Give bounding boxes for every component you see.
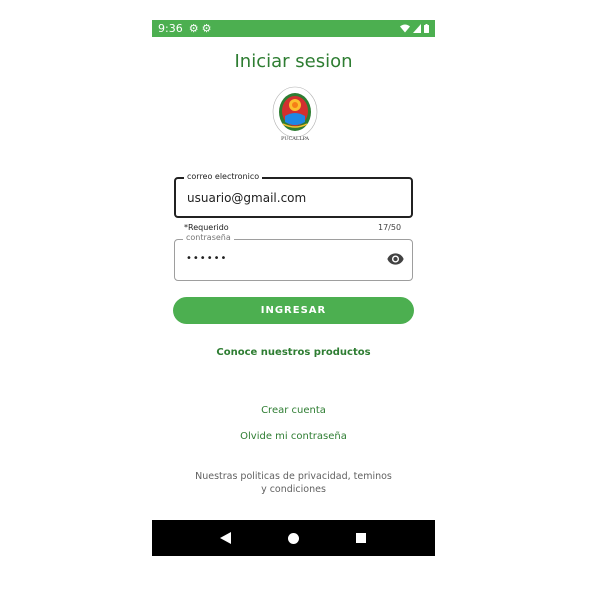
email-char-counter: 17/50 <box>378 223 402 232</box>
settings-gear-icon-2: ⚙ <box>201 22 212 35</box>
battery-icon <box>424 24 429 33</box>
back-icon[interactable] <box>218 530 234 546</box>
email-field-label: correo electronico <box>184 172 263 181</box>
navigation-bar <box>152 520 435 556</box>
recents-icon[interactable] <box>353 530 369 546</box>
email-required-helper: *Requerido <box>184 223 229 232</box>
status-bar: 9:36 ⚙ ⚙ <box>152 20 435 37</box>
show-password-eye-icon[interactable] <box>387 252 404 266</box>
email-field[interactable]: correo electronico usuario@gmail.com <box>174 172 413 218</box>
create-account-link[interactable]: Crear cuenta <box>152 405 435 416</box>
page-title: Iniciar sesion <box>234 51 353 72</box>
home-icon[interactable] <box>285 530 301 546</box>
products-link[interactable]: Conoce nuestros productos <box>152 347 435 358</box>
password-field[interactable]: contraseña •••••• <box>174 233 413 281</box>
forgot-password-link[interactable]: Olvide mi contraseña <box>152 431 435 442</box>
svg-text:PUCALLPA: PUCALLPA <box>281 136 309 142</box>
privacy-policies-link[interactable]: Nuestras politicas de privacidad, temino… <box>192 470 395 496</box>
status-icons <box>400 24 429 33</box>
organization-seal-logo: PUCALLPA <box>272 86 318 142</box>
wifi-icon <box>400 24 410 33</box>
password-field-label: contraseña <box>183 233 234 242</box>
email-input[interactable]: usuario@gmail.com <box>187 191 306 205</box>
signal-icon <box>413 24 421 33</box>
settings-gear-icon: ⚙ <box>188 22 199 35</box>
phone-screen: 9:36 ⚙ ⚙ Iniciar sesion PUCALLPA correo … <box>152 20 435 556</box>
status-time: 9:36 <box>158 22 183 35</box>
login-button[interactable]: INGRESAR <box>173 297 414 324</box>
password-input[interactable]: •••••• <box>186 253 227 264</box>
